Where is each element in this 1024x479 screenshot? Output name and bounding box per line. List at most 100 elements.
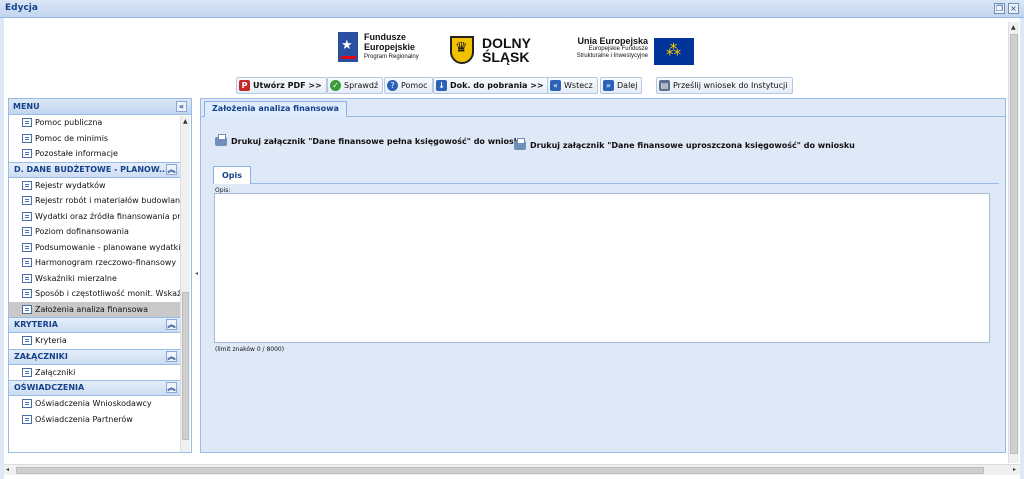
chevron-up-icon[interactable]: ︽ [166, 382, 177, 393]
create-pdf-button[interactable]: P Utwórz PDF >> [236, 77, 327, 94]
sidebar-item-pozostale-informacje[interactable]: Pozostałe informacje [9, 146, 181, 162]
back-icon: « [550, 80, 561, 91]
form-icon [22, 211, 32, 221]
ds-line1: DOLNY [482, 35, 531, 51]
sidebar-menu-title: MENU [13, 102, 40, 111]
back-button[interactable]: « Wstecz [547, 77, 598, 94]
form-icon [22, 289, 32, 298]
opis-textarea[interactable] [214, 193, 990, 343]
form-icon [22, 367, 32, 377]
form-icon [22, 414, 32, 424]
section-zalaczniki[interactable]: ZAŁĄCZNIKI ︽ [9, 348, 181, 365]
restore-icon[interactable]: ❐ [994, 3, 1005, 14]
send-icon: ▤ [659, 80, 670, 91]
chevron-up-icon[interactable]: ︽ [166, 319, 177, 330]
printer-icon [215, 134, 227, 146]
fe-line2: Europejskie [364, 42, 416, 52]
ue-line1: Unia Europejska [577, 36, 648, 46]
ds-line2: ŚLĄSK [482, 49, 530, 65]
fe-line1: Fundusze [364, 32, 406, 42]
sidebar-item-oswiadczenia-wnioskodawcy[interactable]: Oświadczenia Wnioskodawcy [9, 396, 181, 412]
sidebar-item-kryteria[interactable]: Kryteria [9, 333, 181, 349]
window-vertical-scrollbar[interactable]: ▲ [1008, 22, 1019, 463]
eu-flag-icon [654, 38, 694, 65]
printer-icon [514, 138, 526, 150]
main-body: Drukuj załącznik "Dane finansowe pełna k… [201, 117, 1005, 452]
form-icon [22, 133, 32, 143]
print-full-accounting-button[interactable]: Drukuj załącznik "Dane finansowe pełna k… [215, 134, 525, 149]
window-vscroll-thumb[interactable] [1010, 34, 1018, 454]
scroll-up-icon[interactable]: ▲ [183, 118, 188, 125]
char-limit-text: (limit znaków 0 / 8000) [215, 346, 285, 353]
check-icon: ✓ [330, 80, 341, 91]
check-button[interactable]: ✓ Sprawdź [327, 77, 384, 94]
ue-line2: Europejskie Fundusze [588, 46, 648, 52]
sidebar-item-oswiadczenia-partnerow[interactable]: Oświadczenia Partnerów [9, 412, 181, 428]
scroll-up-icon[interactable]: ▲ [1011, 24, 1016, 31]
next-icon: » [603, 80, 614, 91]
form-icon [22, 118, 32, 127]
form-icon [22, 304, 32, 314]
help-icon: ? [387, 80, 398, 91]
sidebar-item-zalaczniki[interactable]: Załączniki [9, 365, 181, 381]
form-icon [22, 227, 32, 236]
help-button[interactable]: ? Pomoc [384, 77, 433, 94]
sidebar: MENU « Pomoc publiczna Pomoc de minimis … [8, 98, 192, 453]
unia-europejska-logo: Unia Europejska Europejskie Fundusze Str… [570, 36, 700, 68]
sidebar-item-harmonogram[interactable]: Harmonogram rzeczowo-finansowy [9, 255, 181, 271]
dolny-slask-logo: DOLNY ŚLĄSK [450, 34, 550, 68]
sidebar-item-rejestr-robot[interactable]: Rejestr robót i materiałów budowlanyc [9, 193, 181, 209]
sidebar-item-pomoc-de-minimis[interactable]: Pomoc de minimis [9, 131, 181, 147]
main-tabstrip: Założenia analiza finansowa [201, 99, 1005, 117]
window-title: Edycja [5, 3, 38, 13]
pdf-icon: P [239, 80, 250, 91]
form-icon [22, 258, 32, 267]
sidebar-item-podsumowanie[interactable]: Podsumowanie - planowane wydatki w [9, 240, 181, 256]
scroll-left-icon[interactable]: ◂ [6, 466, 9, 473]
download-icon: ↓ [436, 80, 447, 91]
print-simplified-accounting-button[interactable]: Drukuj załącznik "Dane finansowe uproszc… [514, 138, 855, 153]
collapse-arrow-icon[interactable]: ◂ [195, 270, 198, 277]
sidebar-splitter[interactable]: ◂ [193, 98, 200, 453]
tab-zalozenia-analiza[interactable]: Założenia analiza finansowa [204, 101, 347, 117]
collapse-sidebar-icon[interactable]: « [176, 101, 187, 112]
form-icon [22, 196, 32, 205]
chevron-up-icon[interactable]: ︽ [166, 163, 177, 175]
section-dane-budzetowe[interactable]: D. DANE BUDŻETOWE - PLANOW... ︽ [9, 161, 181, 178]
sidebar-item-wskazniki-mierzalne[interactable]: Wskaźniki mierzalne [9, 271, 181, 287]
inner-tabstrip: Opis [213, 164, 999, 184]
form-icon [22, 242, 32, 252]
form-icon [22, 399, 32, 408]
fe-line3: Program Regionalny [364, 54, 419, 60]
eagle-shield-icon [450, 36, 474, 64]
send-application-button[interactable]: ▤ Prześlij wniosek do Instytucji [656, 77, 793, 94]
main-panel: Założenia analiza finansowa Drukuj załąc… [200, 98, 1006, 453]
sidebar-item-zalozenia-analiza[interactable]: Założenia analiza finansowa [9, 301, 181, 317]
scroll-right-icon[interactable]: ▸ [1013, 466, 1016, 473]
window-titlebar: Edycja ❐ × [0, 0, 1024, 18]
next-button[interactable]: » Dalej [600, 77, 643, 94]
ue-line3: Strukturalne i Inwestycyjne [576, 53, 648, 59]
sidebar-item-pomoc-publiczna[interactable]: Pomoc publiczna [9, 115, 181, 131]
close-icon[interactable]: × [1008, 3, 1019, 14]
sidebar-scrollbar[interactable]: ▲ [180, 116, 190, 452]
sidebar-item-rejestr-wydatkow[interactable]: Rejestr wydatków [9, 178, 181, 194]
sidebar-nav: Pomoc publiczna Pomoc de minimis Pozosta… [9, 115, 181, 452]
sidebar-menu-header: MENU « [9, 99, 191, 115]
tab-opis[interactable]: Opis [213, 166, 252, 184]
sidebar-item-sposob-monitorowania[interactable]: Sposób i częstotliwość monit. Wskaźni [9, 286, 181, 302]
sidebar-item-wydatki-zrodla[interactable]: Wydatki oraz źródła finansowania proj [9, 209, 181, 225]
form-icon [22, 180, 32, 190]
form-icon [22, 149, 32, 158]
sidebar-scroll-thumb[interactable] [182, 292, 189, 440]
window-horizontal-scrollbar[interactable]: ◂ ▸ [4, 464, 1020, 475]
section-oswiadczenia[interactable]: OŚWIADCZENIA ︽ [9, 380, 181, 396]
sidebar-item-poziom-dofinansowania[interactable]: Poziom dofinansowania [9, 224, 181, 240]
form-icon [22, 273, 32, 283]
form-icon [22, 336, 32, 345]
fundusze-europejskie-logo: Fundusze Europejskie Program Regionalny [338, 32, 438, 68]
section-kryteria[interactable]: KRYTERIA ︽ [9, 317, 181, 333]
documents-download-button[interactable]: ↓ Dok. do pobrania >> [433, 77, 549, 94]
window-hscroll-thumb[interactable] [16, 467, 984, 474]
chevron-up-icon[interactable]: ︽ [166, 350, 177, 362]
